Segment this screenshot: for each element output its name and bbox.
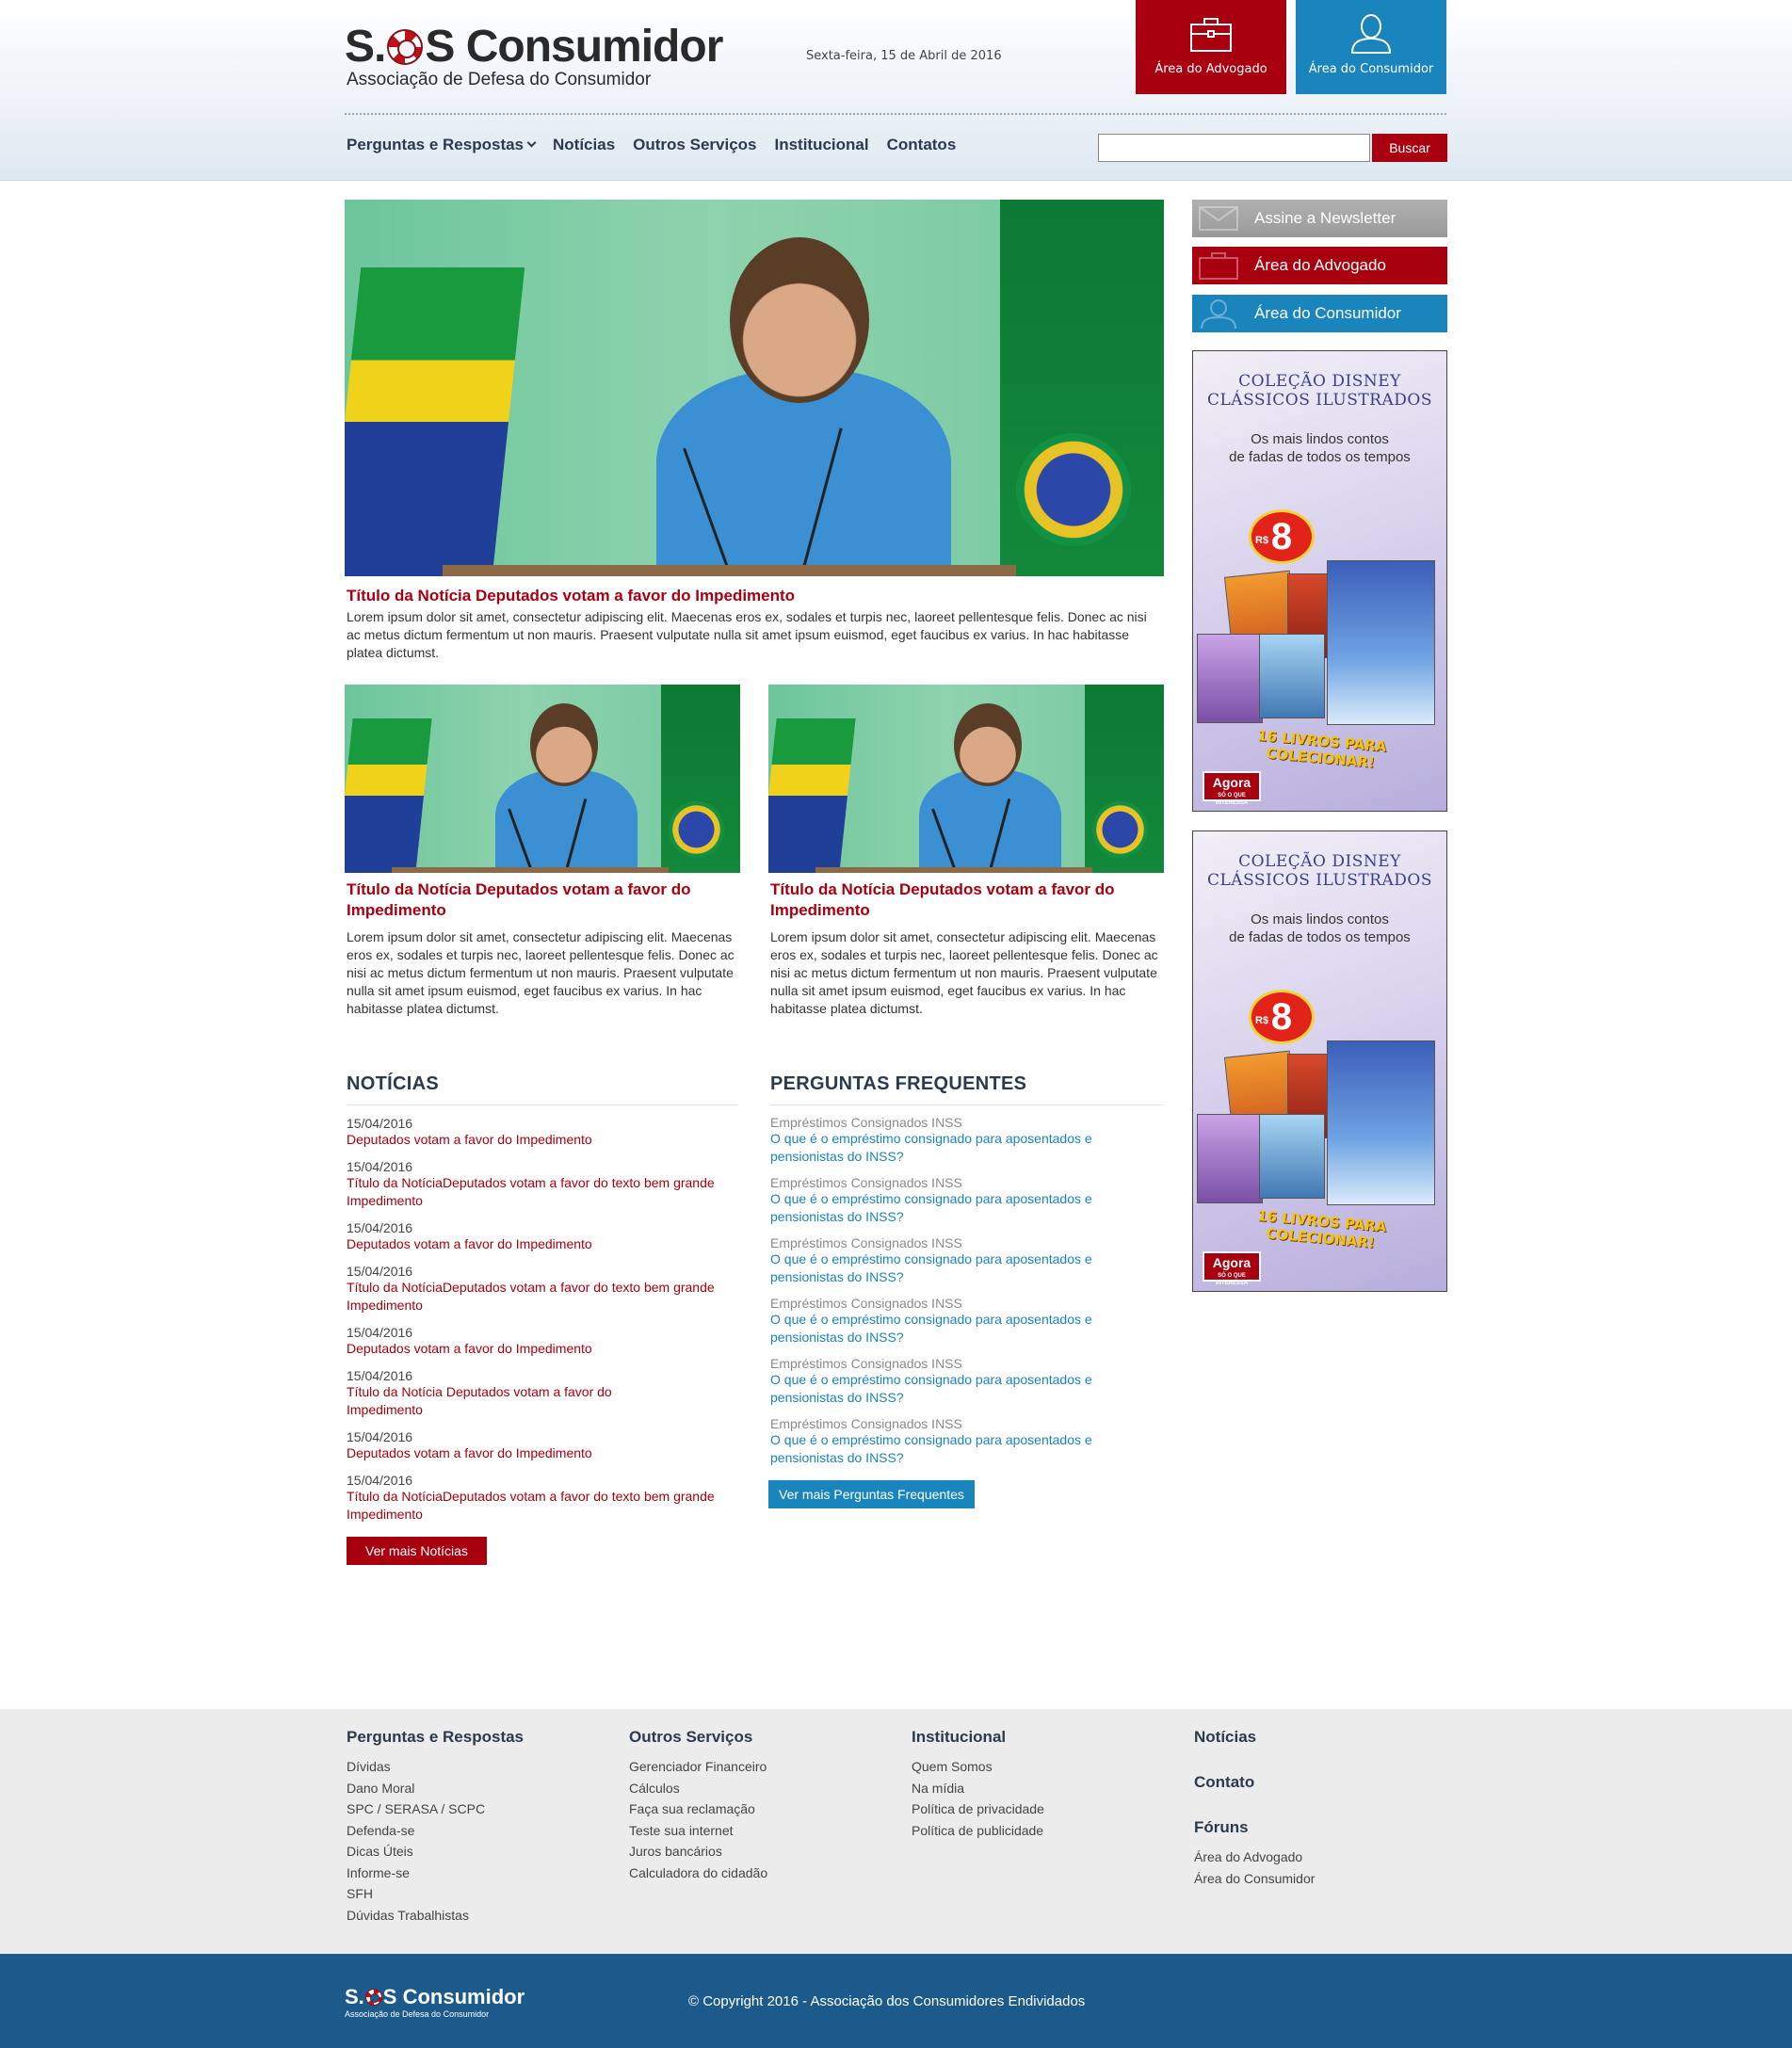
sidebar-ad[interactable]: COLEÇÃO DISNEY CLÁSSICOS ILUSTRADOS Os ma… <box>1192 350 1447 812</box>
ad-slogan: 16 LIVROS PARA COLECIONAR! <box>1256 727 1388 771</box>
lifebuoy-icon <box>364 1989 382 2006</box>
sidebar-ad[interactable]: COLEÇÃO DISNEY CLÁSSICOS ILUSTRADOS Os ma… <box>1192 830 1447 1292</box>
footer-link[interactable]: Calculadora do cidadão <box>629 1863 767 1884</box>
footer-link[interactable]: Teste sua internet <box>629 1820 767 1842</box>
footer-logo[interactable]: S. S Consumidor Associação de Defesa do C… <box>345 1985 525 2019</box>
footer-link[interactable]: Dano Moral <box>347 1778 524 1799</box>
faq-item[interactable]: Empréstimos Consignados INSS O que é o em… <box>770 1356 1164 1407</box>
footer-link[interactable]: Quem Somos <box>912 1756 1044 1778</box>
ad-subtitle: Os mais lindos contos de fadas de todos o… <box>1229 911 1411 945</box>
footer-link[interactable]: Cálculos <box>629 1778 767 1799</box>
footer-link[interactable]: SPC / SERASA / SCPC <box>347 1798 524 1820</box>
ad-title: COLEÇÃO DISNEY CLÁSSICOS ILUSTRADOS <box>1207 852 1432 890</box>
footer-bar: S. S Consumidor Associação de Defesa do C… <box>0 1954 1792 2048</box>
ad-price-badge: R$ 8 <box>1249 509 1315 564</box>
copyright-text: © Copyright 2016 - Associação dos Consum… <box>688 1993 1086 2009</box>
footer-link[interactable]: Dúvidas Trabalhistas <box>347 1905 524 1927</box>
footer-link[interactable]: Informe-se <box>347 1863 524 1884</box>
footer-link[interactable]: Dicas Úteis <box>347 1841 524 1863</box>
footer-link[interactable]: Gerenciador Financeiro <box>629 1756 767 1778</box>
ad-price-badge: R$ 8 <box>1249 990 1315 1044</box>
sidebar-consumidor-label: Área do Consumidor <box>1254 304 1401 322</box>
more-news-button[interactable]: Ver mais Notícias <box>347 1537 487 1565</box>
list-item[interactable]: 15/04/2016 Título da Notícia Deputados vo… <box>347 1368 738 1419</box>
footer-column-outros-servicos: Outros Serviços Gerenciador Financeiro C… <box>629 1728 767 1883</box>
footer-heading[interactable]: Outros Serviços <box>629 1728 767 1747</box>
footer-foruns-heading[interactable]: Fóruns <box>1194 1818 1315 1837</box>
footer-column-misc: Notícias Contato Fóruns Área do Advogado… <box>1194 1728 1315 1889</box>
footer-heading[interactable]: Perguntas e Respostas <box>347 1728 524 1747</box>
footer-logo-title: S. S Consumidor <box>345 1985 525 2008</box>
briefcase-icon <box>1199 252 1238 280</box>
site-footer: Perguntas e Respostas Dívidas Dano Moral… <box>0 1709 1792 1954</box>
ad-brand-logo: Agora SÓ O QUE INTERESSA <box>1203 1251 1261 1286</box>
list-item[interactable]: 15/04/2016 Título da NotíciaDeputados vot… <box>347 1473 738 1524</box>
ad-book <box>1259 634 1325 718</box>
footer-link[interactable]: Defenda-se <box>347 1820 524 1842</box>
footer-column-perguntas: Perguntas e Respostas Dívidas Dano Moral… <box>347 1728 524 1926</box>
sidebar: Assine a Newsletter Área do Advogado Áre… <box>345 0 1447 1318</box>
newsletter-button[interactable]: Assine a Newsletter <box>1192 200 1447 237</box>
ad-brand-logo: Agora SÓ O QUE INTERESSA <box>1203 771 1261 806</box>
footer-column-institucional: Institucional Quem Somos Na mídia Políti… <box>912 1728 1044 1841</box>
ad-slogan: 16 LIVROS PARA COLECIONAR! <box>1256 1207 1388 1251</box>
ad-book <box>1197 1114 1263 1203</box>
footer-link[interactable]: SFH <box>347 1883 524 1905</box>
ad-subtitle: Os mais lindos contos de fadas de todos o… <box>1229 431 1411 465</box>
footer-link[interactable]: Faça sua reclamação <box>629 1798 767 1820</box>
footer-link[interactable]: Política de publicidade <box>912 1820 1044 1842</box>
footer-heading[interactable]: Institucional <box>912 1728 1044 1747</box>
footer-link[interactable]: Juros bancários <box>629 1841 767 1863</box>
ad-book <box>1259 1114 1325 1199</box>
footer-logo-subtitle: Associação de Defesa do Consumidor <box>345 2009 490 2019</box>
footer-contato-link[interactable]: Contato <box>1194 1773 1315 1792</box>
footer-link[interactable]: Na mídia <box>912 1778 1044 1799</box>
user-icon <box>1201 299 1236 329</box>
ad-title: COLEÇÃO DISNEY CLÁSSICOS ILUSTRADOS <box>1207 372 1432 410</box>
footer-link[interactable]: Área do Consumidor <box>1194 1868 1315 1890</box>
more-faq-button[interactable]: Ver mais Perguntas Frequentes <box>768 1480 975 1508</box>
footer-noticias-link[interactable]: Notícias <box>1194 1728 1315 1747</box>
ad-book <box>1197 634 1263 723</box>
footer-link[interactable]: Área do Advogado <box>1194 1846 1315 1868</box>
sidebar-advogado-label: Área do Advogado <box>1254 256 1386 274</box>
faq-item[interactable]: Empréstimos Consignados INSS O que é o em… <box>770 1416 1164 1467</box>
sidebar-consumidor-button[interactable]: Área do Consumidor <box>1192 295 1447 332</box>
ad-book <box>1327 1040 1435 1205</box>
ad-book <box>1327 560 1435 725</box>
envelope-icon <box>1199 206 1238 231</box>
footer-link[interactable]: Dívidas <box>347 1756 524 1778</box>
list-item[interactable]: 15/04/2016 Deputados votam a favor do Imp… <box>347 1325 738 1358</box>
sidebar-advogado-button[interactable]: Área do Advogado <box>1192 247 1447 284</box>
newsletter-label: Assine a Newsletter <box>1254 209 1396 227</box>
footer-link[interactable]: Política de privacidade <box>912 1798 1044 1820</box>
list-item[interactable]: 15/04/2016 Deputados votam a favor do Imp… <box>347 1429 738 1462</box>
